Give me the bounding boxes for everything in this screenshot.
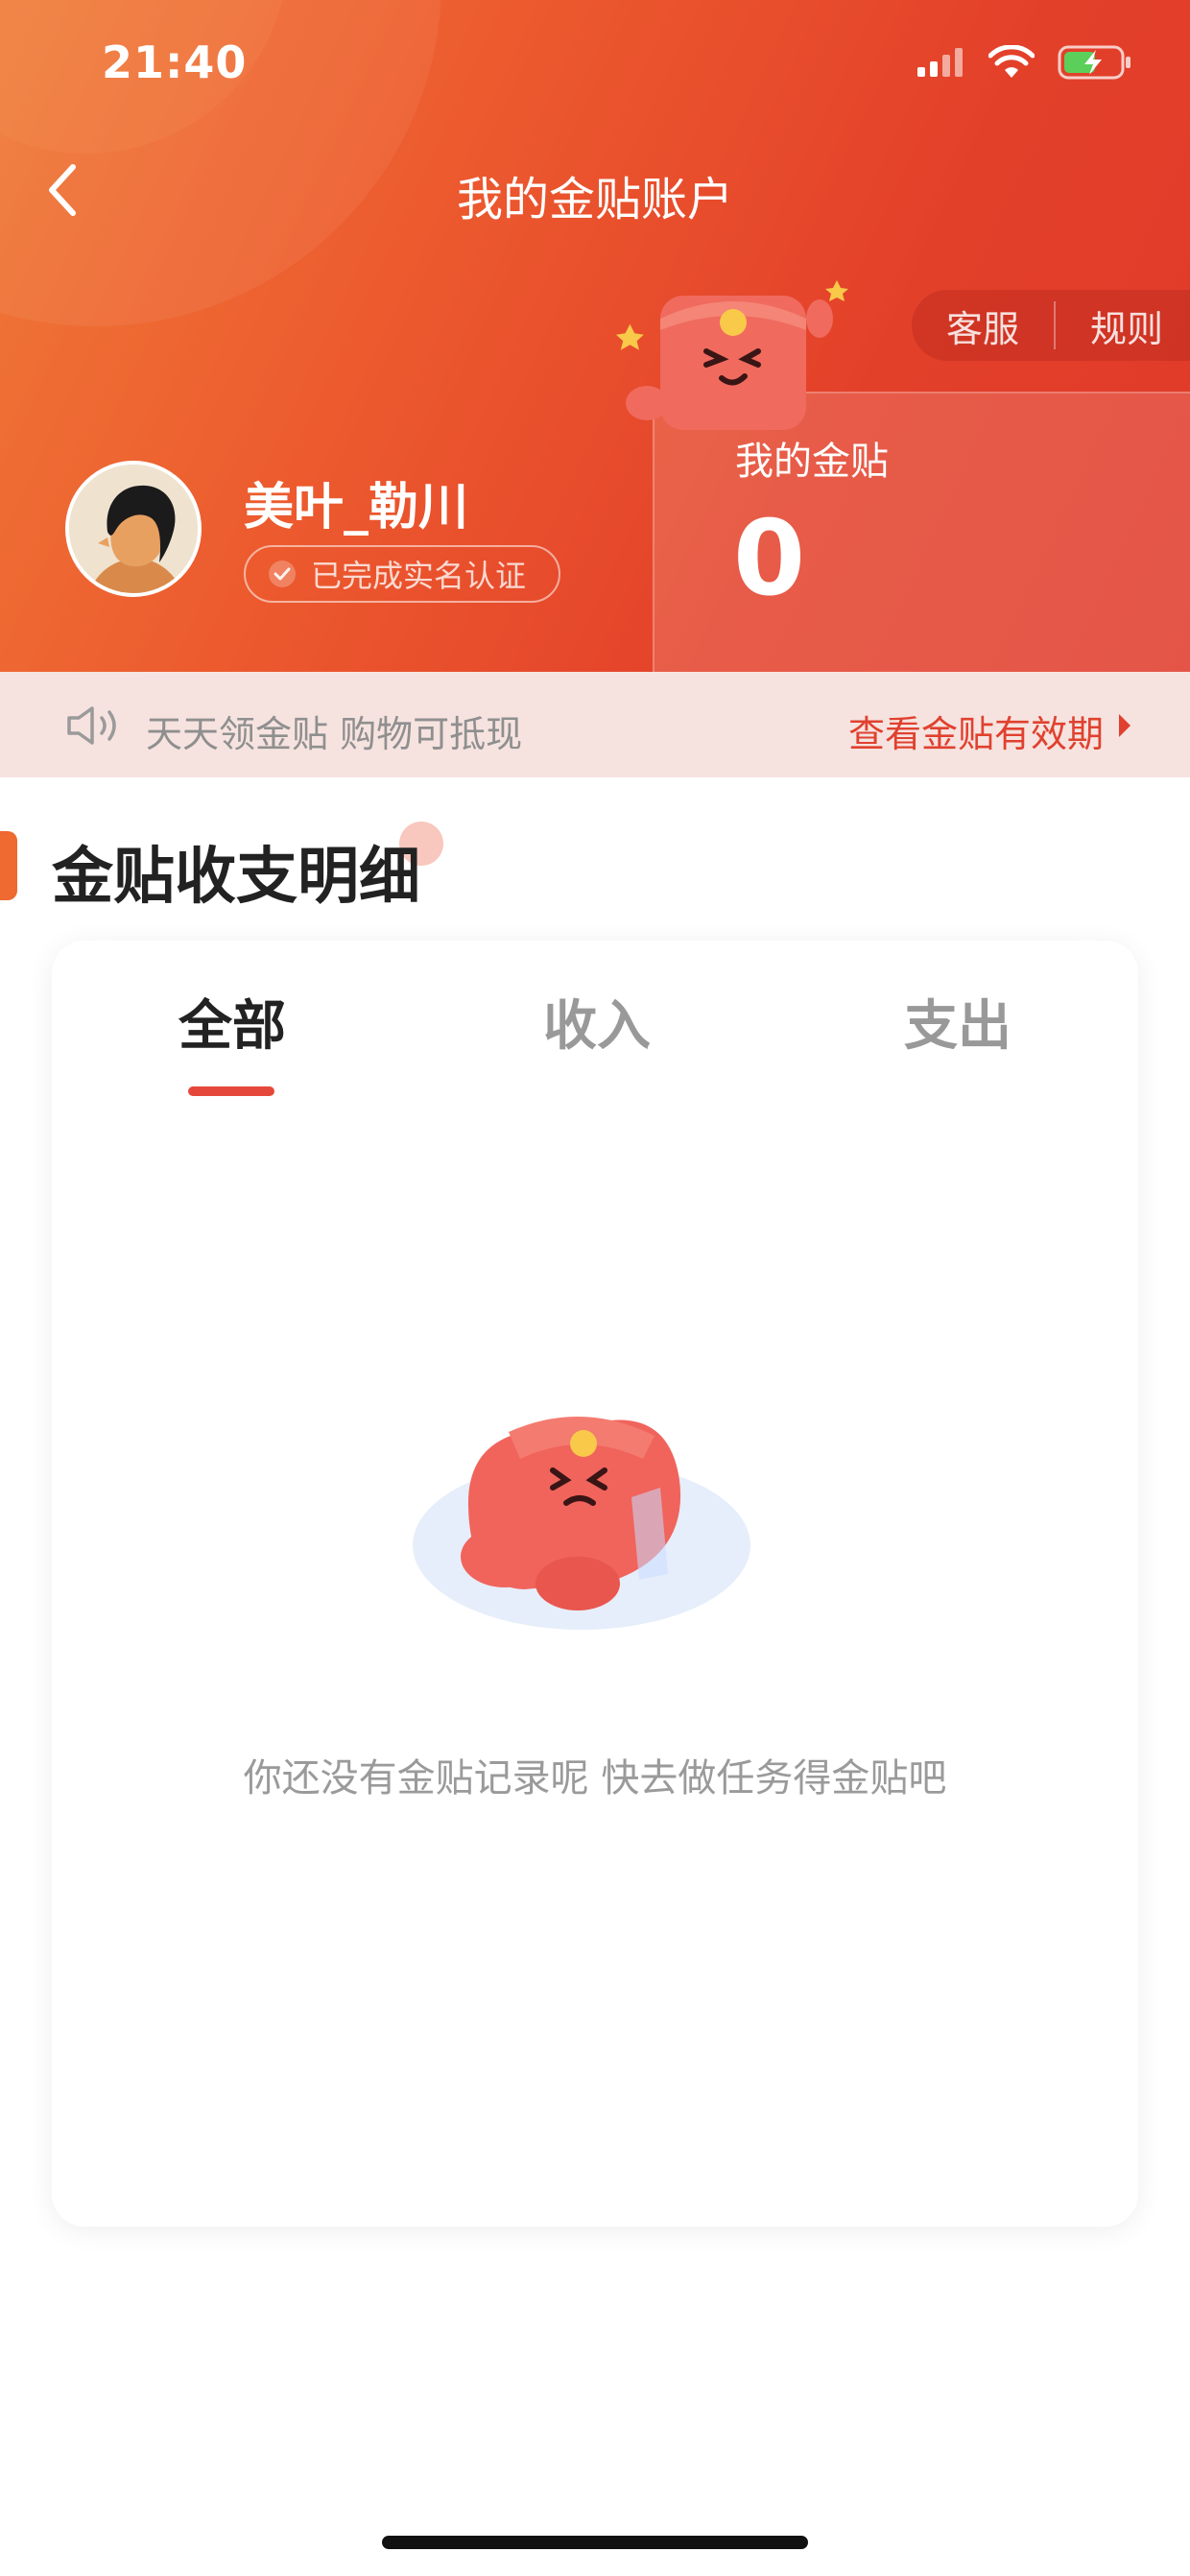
battery-charging-icon [1058, 45, 1130, 80]
balance-value: 0 [733, 499, 806, 619]
expiry-link[interactable]: 查看金贴有效期 [848, 704, 1104, 757]
triangle-right-icon[interactable] [1115, 712, 1134, 739]
notice-bar: 天天领金贴 购物可抵现 查看金贴有效期 [0, 672, 1190, 777]
username: 美叶_勒川 [244, 479, 469, 537]
notice-text: 天天领金贴 购物可抵现 [146, 713, 523, 755]
header-hero: 21:40 我的金贴账户 客服 规则 美叶_勒川 已完成实名认证 我的金贴 0 [0, 0, 1190, 672]
tab-income[interactable]: 收入 [543, 983, 651, 1061]
speaker-icon [67, 706, 116, 745]
verification-badge: 已完成实名认证 [244, 545, 561, 603]
wifi-icon [988, 45, 1035, 78]
empty-state-mascot-icon [413, 1416, 750, 1630]
checkmark-icon [269, 561, 296, 587]
empty-state-message: 你还没有金贴记录呢 快去做任务得金贴吧 [243, 1756, 947, 1801]
active-tab-indicator [188, 1086, 274, 1096]
status-time: 21:40 [102, 36, 248, 88]
section-title: 金贴收支明细 [52, 842, 420, 913]
section-accent [0, 831, 17, 900]
customer-service-button[interactable]: 客服 [912, 299, 1054, 352]
top-actions: 客服 规则 [912, 290, 1190, 361]
page-title: 我的金贴账户 [456, 173, 733, 227]
status-icons [916, 44, 1132, 81]
status-bar: 21:40 [0, 0, 1190, 125]
tab-all[interactable]: 全部 [178, 983, 286, 1061]
records-card: 全部 收入 支出 你还没有金贴记录呢 快去做任务得金贴吧 [52, 941, 1138, 2227]
red-envelope-mascot-icon [616, 280, 848, 430]
tab-expense[interactable]: 支出 [904, 983, 1012, 1061]
rules-button[interactable]: 规则 [1056, 299, 1190, 352]
avatar-portrait-icon [69, 465, 198, 593]
verification-label: 已完成实名认证 [311, 558, 527, 594]
home-indicator[interactable] [382, 2536, 808, 2549]
avatar[interactable] [65, 461, 202, 597]
cellular-signal-icon [917, 48, 963, 77]
